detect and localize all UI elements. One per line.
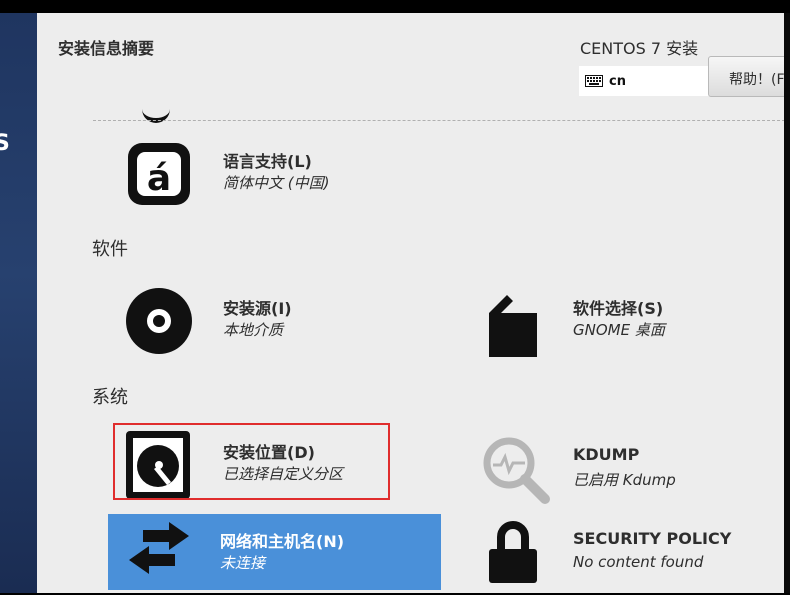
spoke-installation-source[interactable]: 安装源(I) 本地介质 (123, 285, 433, 357)
product-title: CENTOS 7 安装 (580, 39, 699, 58)
magnifier-icon (481, 435, 553, 507)
spoke-kdump-title: KDUMP (573, 445, 640, 464)
section-divider (93, 120, 790, 121)
keyboard-layout-indicator[interactable]: cn (579, 66, 711, 96)
package-icon (477, 285, 549, 357)
spoke-network-hostname[interactable]: 网络和主机名(N) 未连接 (108, 514, 441, 590)
spoke-security-policy-title: SECURITY POLICY (573, 529, 732, 548)
spoke-language-status: 简体中文 (中国) (223, 174, 330, 192)
spoke-security-policy-status: No content found (573, 553, 704, 571)
spoke-kdump-status: 已启用 Kdump (573, 471, 676, 489)
keyboard-layout-label: cn (609, 73, 626, 89)
spoke-software-selection-title: 软件选择(S) (573, 299, 664, 318)
spoke-language-title: 语言支持(L) (223, 152, 312, 171)
sidebar: S (0, 13, 37, 593)
window-right-edge (784, 13, 790, 593)
window-top-bar (0, 0, 790, 13)
lock-icon (481, 519, 553, 591)
spoke-language[interactable]: á 语言支持(L) 简体中文 (中国) (123, 138, 433, 210)
sidebar-brand: S (0, 131, 11, 156)
spoke-security-policy[interactable]: SECURITY POLICY No content found (481, 519, 790, 591)
keyboard-icon (585, 75, 603, 87)
spoke-kdump[interactable]: KDUMP 已启用 Kdump (481, 435, 790, 507)
spoke-network-hostname-status: 未连接 (220, 554, 266, 572)
highlight-annotation-box (113, 423, 390, 500)
main-panel: 安装信息摘要 CENTOS 7 安装 cn 帮助！(F á 语言支持(L) 简体… (37, 13, 790, 593)
spoke-installation-source-title: 安装源(I) (223, 299, 292, 318)
spoke-installation-source-status: 本地介质 (223, 321, 284, 339)
disc-icon (123, 285, 195, 357)
category-software: 软件 (92, 239, 128, 260)
spoke-software-selection-status: GNOME 桌面 (573, 321, 665, 339)
network-arrows-icon (123, 516, 195, 588)
category-system: 系统 (92, 387, 128, 408)
spoke-network-hostname-title: 网络和主机名(N) (220, 532, 345, 551)
svg-text:á: á (147, 158, 171, 199)
spoke-software-selection[interactable]: 软件选择(S) GNOME 桌面 (477, 285, 787, 357)
help-button[interactable]: 帮助！(F (708, 56, 790, 97)
page-title: 安装信息摘要 (58, 39, 155, 58)
language-icon: á (123, 138, 195, 210)
